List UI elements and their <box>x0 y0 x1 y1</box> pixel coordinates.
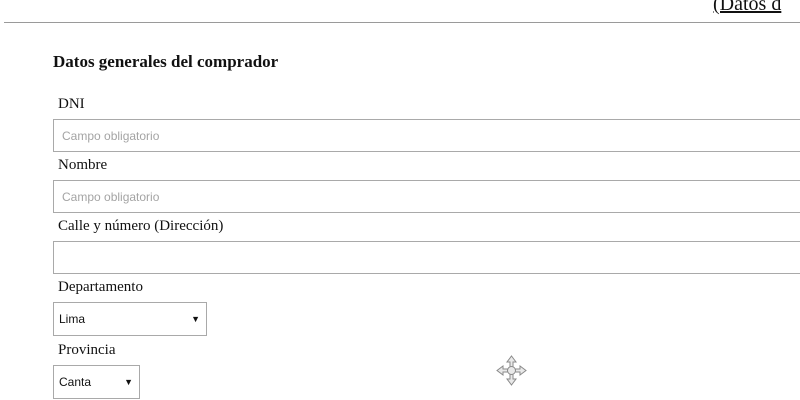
section-title: Datos generales del comprador <box>53 52 279 71</box>
departamento-label: Departamento <box>58 279 143 295</box>
nombre-input[interactable] <box>53 180 800 213</box>
provincia-select[interactable]: Canta ▼ <box>53 365 140 399</box>
provincia-selected-value: Canta <box>59 375 92 389</box>
caret-down-icon: ▼ <box>124 377 133 387</box>
move-cursor-icon <box>496 355 527 386</box>
departamento-select[interactable]: Lima ▼ <box>53 302 207 336</box>
provincia-label: Provincia <box>58 342 116 358</box>
header-divider <box>4 22 800 23</box>
dni-label: DNI <box>58 96 85 112</box>
direccion-label: Calle y número (Dirección) <box>58 218 224 234</box>
datos-link[interactable]: (Datos d <box>713 0 781 16</box>
dni-input[interactable] <box>53 119 800 152</box>
caret-down-icon: ▼ <box>191 314 200 324</box>
nombre-label: Nombre <box>58 157 108 173</box>
direccion-input[interactable] <box>53 241 800 274</box>
departamento-selected-value: Lima <box>59 312 86 326</box>
